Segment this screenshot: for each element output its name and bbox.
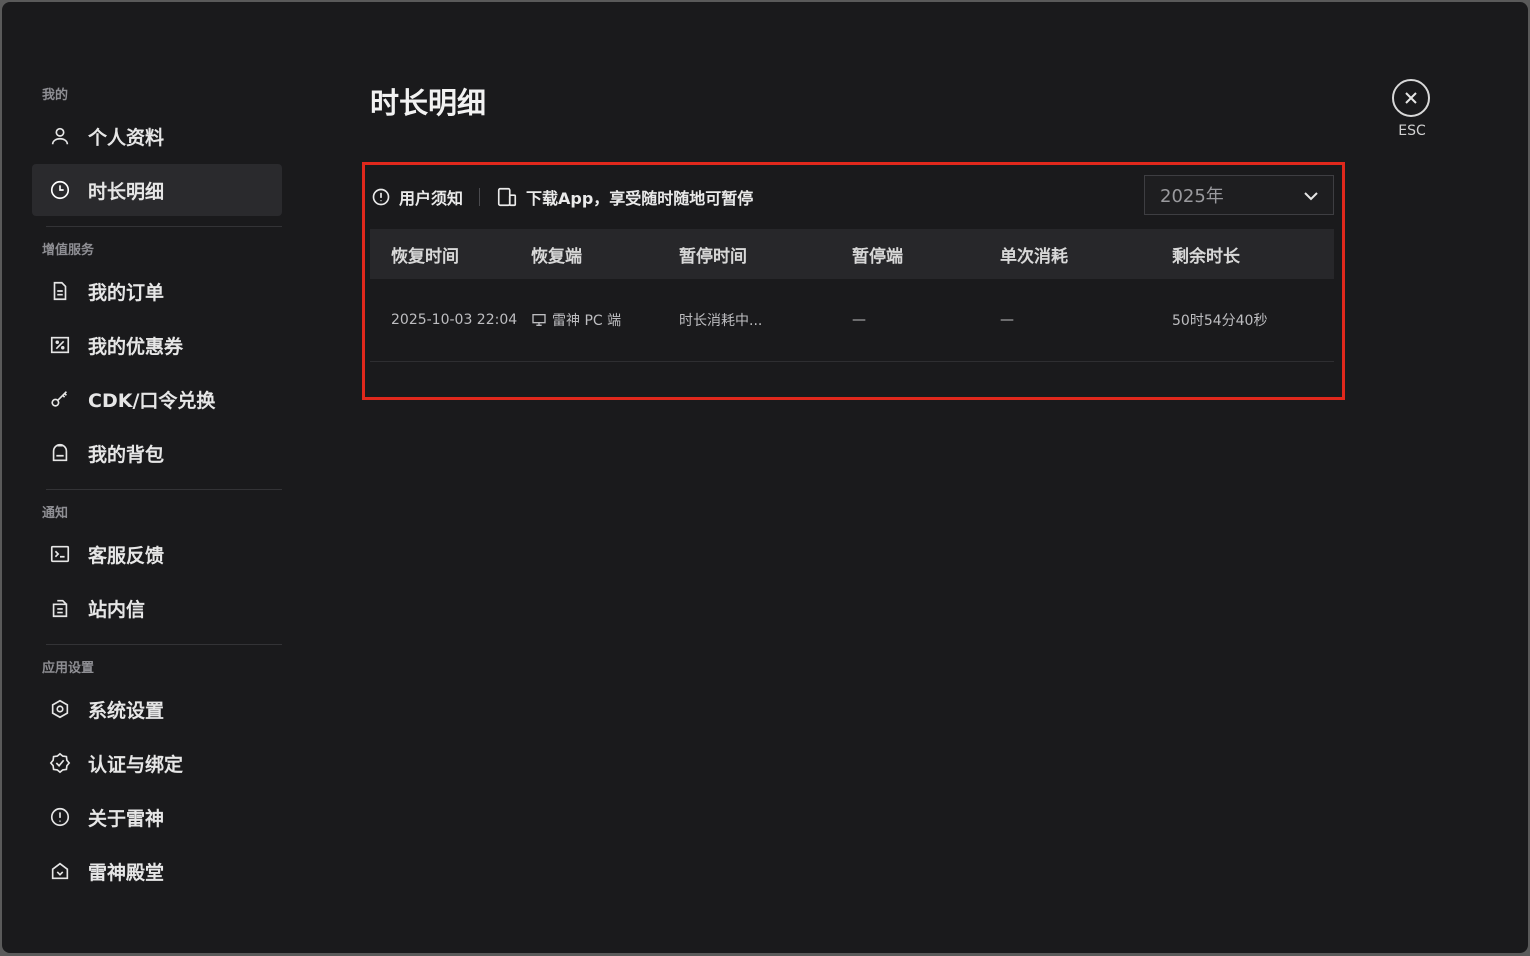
sidebar-item-hall[interactable]: 雷神殿堂 <box>32 845 282 897</box>
table-header: 恢复时间 恢复端 暂停时间 暂停端 单次消耗 剩余时长 <box>370 229 1334 279</box>
sidebar-item-label: 我的背包 <box>88 443 165 466</box>
section-title-notifications: 通知 <box>42 506 69 521</box>
sidebar-item-label: 个人资料 <box>88 126 165 149</box>
column-header: 暂停端 <box>852 246 903 267</box>
settings-window: 我的 个人资料 时长明细 增值服务 我的订单 我的优惠券 CDK/口令兑换 我的… <box>2 2 1528 953</box>
resume-time-cell: 2025-10-03 22:04 <box>391 312 518 328</box>
sidebar-item-profile[interactable]: 个人资料 <box>32 110 282 162</box>
backpack-icon <box>48 441 72 465</box>
section-title-mine: 我的 <box>42 88 69 103</box>
info-icon <box>372 188 390 206</box>
sidebar-divider <box>46 644 282 645</box>
gear-icon <box>48 697 72 721</box>
mobile-device-icon <box>497 187 517 207</box>
user-notice-label: 用户须知 <box>399 189 464 208</box>
sidebar-item-feedback[interactable]: 客服反馈 <box>32 528 282 580</box>
user-icon <box>48 124 72 148</box>
pause-client-cell: — <box>852 312 866 328</box>
sidebar-item-system-settings[interactable]: 系统设置 <box>32 683 282 735</box>
download-app-label: 下载App，享受随时随地可暂停 <box>526 189 754 208</box>
sidebar-item-label: 我的优惠券 <box>88 335 184 358</box>
toolbar-divider <box>479 188 481 206</box>
resume-client-cell: 雷神 PC 端 <box>531 310 679 330</box>
info-icon <box>48 805 72 829</box>
download-app-link[interactable]: 下载App，享受随时随地可暂停 <box>496 185 753 209</box>
column-header: 恢复端 <box>531 246 582 267</box>
chevron-down-icon <box>1304 192 1318 201</box>
inbox-icon <box>48 596 72 620</box>
sidebar-item-cdk[interactable]: CDK/口令兑换 <box>32 373 282 425</box>
sidebar-item-label: 雷神殿堂 <box>88 861 165 884</box>
column-header: 恢复时间 <box>391 246 459 267</box>
monitor-icon <box>532 314 546 326</box>
panel-toolbar: 用户须知 下载App，享受随时随地可暂停 2025年 <box>371 175 1334 219</box>
esc-label: ESC <box>1398 123 1426 139</box>
sidebar-item-label: CDK/口令兑换 <box>88 389 216 412</box>
sidebar-item-label: 系统设置 <box>88 699 165 722</box>
sidebar-item-duration[interactable]: 时长明细 <box>32 164 282 216</box>
duration-panel: 用户须知 下载App，享受随时随地可暂停 2025年 恢复时间 恢复端 暂停时间… <box>362 162 1345 400</box>
coupon-icon <box>48 333 72 357</box>
column-header: 单次消耗 <box>1000 246 1068 267</box>
sidebar-item-backpack[interactable]: 我的背包 <box>32 427 282 479</box>
pause-time-cell: 时长消耗中... <box>679 313 763 329</box>
sidebar-item-orders[interactable]: 我的订单 <box>32 265 282 317</box>
sidebar-divider <box>46 226 282 227</box>
sidebar-item-label: 客服反馈 <box>88 544 165 567</box>
user-notice-link[interactable]: 用户须知 <box>371 185 463 209</box>
year-select-value: 2025年 <box>1160 186 1224 207</box>
section-title-value-added: 增值服务 <box>42 243 95 258</box>
remaining-cell: 50时54分40秒 <box>1172 313 1268 329</box>
page-title: 时长明细 <box>370 86 487 120</box>
sidebar-item-label: 时长明细 <box>88 180 165 203</box>
clock-icon <box>48 178 72 202</box>
sidebar-item-coupons[interactable]: 我的优惠券 <box>32 319 282 371</box>
sidebar-item-label: 站内信 <box>88 598 146 621</box>
resume-client-label: 雷神 PC 端 <box>552 313 622 329</box>
feedback-icon <box>48 542 72 566</box>
duration-table: 恢复时间 恢复端 暂停时间 暂停端 单次消耗 剩余时长 2025-10-03 2… <box>370 229 1334 362</box>
sidebar-item-label: 我的订单 <box>88 281 165 304</box>
column-header: 剩余时长 <box>1172 246 1240 267</box>
section-title-app-settings: 应用设置 <box>42 661 95 676</box>
sidebar: 我的 个人资料 时长明细 增值服务 我的订单 我的优惠券 CDK/口令兑换 我的… <box>32 82 282 899</box>
sidebar-item-label: 关于雷神 <box>88 807 165 830</box>
close-button[interactable] <box>1392 79 1430 117</box>
close-icon <box>1405 92 1417 104</box>
sidebar-item-auth[interactable]: 认证与绑定 <box>32 737 282 789</box>
sidebar-item-messages[interactable]: 站内信 <box>32 582 282 634</box>
key-icon <box>48 387 72 411</box>
sidebar-item-about[interactable]: 关于雷神 <box>32 791 282 843</box>
document-icon <box>48 279 72 303</box>
sidebar-item-label: 认证与绑定 <box>88 753 184 776</box>
sidebar-divider <box>46 489 282 490</box>
table-row: 2025-10-03 22:04 雷神 PC 端 时长消耗中... — — 50… <box>370 279 1334 362</box>
year-select[interactable]: 2025年 <box>1144 175 1334 215</box>
single-cost-cell: — <box>1000 312 1014 328</box>
home-icon <box>48 859 72 883</box>
verified-badge-icon <box>48 751 72 775</box>
column-header: 暂停时间 <box>679 246 747 267</box>
